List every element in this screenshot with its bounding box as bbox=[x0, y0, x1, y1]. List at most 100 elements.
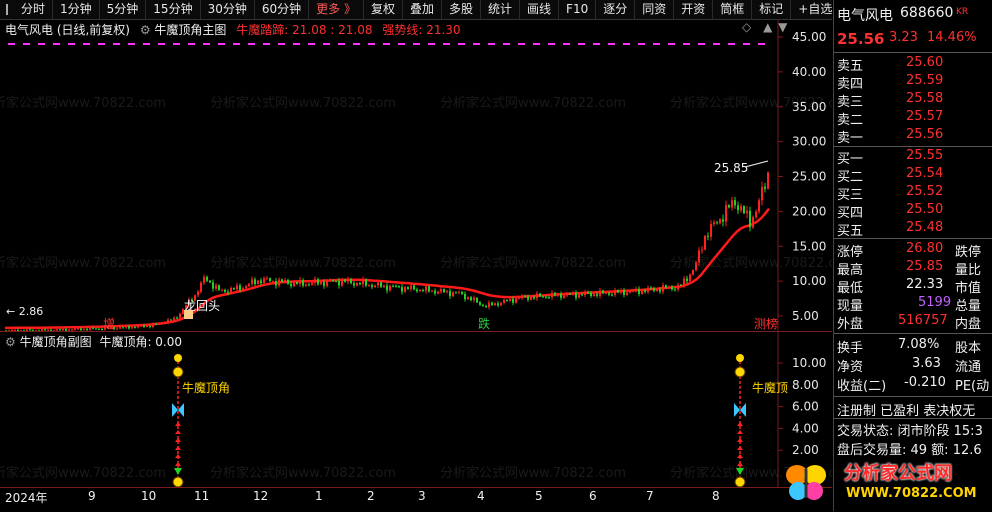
candle-body bbox=[128, 326, 130, 329]
candle-body bbox=[725, 205, 727, 222]
magenta-dash bbox=[23, 43, 30, 45]
toolbar-btn-more[interactable]: 更多 》 bbox=[309, 0, 364, 19]
magenta-dash bbox=[383, 43, 390, 45]
signal-green-arrow-icon bbox=[174, 468, 182, 475]
candle-body bbox=[248, 283, 250, 287]
candle-body bbox=[752, 217, 754, 228]
candle-body bbox=[677, 284, 679, 290]
sub-indicator-chart[interactable]: 10.008.006.004.002.00 牛魔顶角 牛魔顶 bbox=[0, 332, 832, 488]
toolbar-btn-5min[interactable]: 5分钟 bbox=[100, 0, 147, 19]
candle-body bbox=[767, 172, 769, 189]
candle-body bbox=[638, 288, 640, 294]
candle-body bbox=[704, 235, 706, 250]
candle-body bbox=[488, 302, 490, 307]
candle-body bbox=[641, 290, 643, 294]
candle-body bbox=[155, 323, 157, 325]
toolbar-btn-1min[interactable]: 1分钟 bbox=[53, 0, 100, 19]
logo-url: WWW.70822.COM bbox=[846, 486, 977, 501]
candle-body bbox=[143, 325, 145, 327]
magenta-dash bbox=[578, 43, 585, 45]
signal-zeng: 增 bbox=[103, 317, 115, 331]
magenta-dash bbox=[743, 43, 750, 45]
candle-body bbox=[530, 297, 532, 300]
candle-body bbox=[536, 293, 538, 299]
toolbar-btn-zhufen[interactable]: 逐分 bbox=[596, 0, 636, 19]
bid-level-5: 买五 25.48 bbox=[837, 220, 944, 239]
candle-body bbox=[761, 186, 763, 201]
main-y-tick-label: 5.00 bbox=[792, 309, 819, 323]
candle-body bbox=[221, 289, 223, 291]
candle-body bbox=[137, 325, 139, 328]
candle-body bbox=[713, 222, 715, 224]
candle-body bbox=[446, 291, 448, 293]
toolbar-btn-30min[interactable]: 30分钟 bbox=[201, 0, 255, 19]
magenta-dash bbox=[218, 43, 225, 45]
candle-body bbox=[407, 287, 409, 290]
quote-tag: KR bbox=[956, 7, 969, 17]
candle-body bbox=[179, 313, 181, 318]
toolbar-btn-multi[interactable]: 多股 bbox=[442, 0, 482, 19]
ask-level-5: 卖五 25.60 bbox=[837, 55, 944, 74]
magenta-signal-dashes bbox=[8, 43, 765, 45]
candle-body bbox=[413, 285, 415, 290]
magenta-dash bbox=[293, 43, 300, 45]
toolbar-btn-overlay[interactable]: 叠加 bbox=[403, 0, 442, 19]
ask-level-1: 卖一 25.56 bbox=[837, 127, 944, 146]
candle-body bbox=[491, 302, 493, 306]
butterfly-logo-icon bbox=[786, 465, 826, 500]
candle-body bbox=[44, 329, 46, 331]
candle-body bbox=[392, 285, 394, 287]
toolbar-btn-tongzi[interactable]: 同资 bbox=[635, 0, 675, 19]
toolbar-btn-f10[interactable]: F10 bbox=[559, 0, 597, 19]
candle-body bbox=[92, 327, 94, 329]
toolbar-btn-15min[interactable]: 15分钟 bbox=[146, 0, 201, 19]
toolbar-btn-kaizi[interactable]: 开资 bbox=[674, 0, 714, 19]
candle-body bbox=[332, 279, 334, 282]
quote-stock-code: 688660 bbox=[900, 5, 954, 21]
candle-body bbox=[140, 325, 142, 327]
candle-body bbox=[755, 211, 757, 218]
toolbar-btn-draw[interactable]: 画线 bbox=[520, 0, 560, 19]
candle-body bbox=[83, 329, 85, 331]
magenta-dash bbox=[83, 43, 90, 45]
toolbar-btn-kuang[interactable]: 筒框 bbox=[713, 0, 753, 19]
x-label: 5 bbox=[535, 489, 543, 503]
toolbar-btn-stats[interactable]: 统计 bbox=[481, 0, 521, 19]
toolbar-checkbox[interactable] bbox=[6, 4, 8, 15]
stat-current-volume: 现量 5199 总量 bbox=[837, 295, 982, 314]
candle-body bbox=[359, 282, 361, 285]
candle-body bbox=[743, 206, 745, 214]
candle-body bbox=[452, 292, 454, 297]
candle-body bbox=[623, 290, 625, 295]
candle-body bbox=[557, 293, 559, 296]
toolbar-btn-fenshi[interactable]: 分时 bbox=[14, 0, 54, 19]
toolbar-btn-fuquan[interactable]: 复权 bbox=[364, 0, 403, 19]
candle-body bbox=[497, 303, 499, 306]
magenta-dash bbox=[758, 43, 765, 45]
candle-body bbox=[74, 328, 76, 330]
candle-body bbox=[299, 280, 301, 284]
candle-body bbox=[386, 285, 388, 291]
bid-level-1: 买一 25.55 bbox=[837, 148, 944, 167]
candle-body bbox=[620, 290, 622, 293]
candle-body bbox=[308, 284, 310, 286]
toolbar-btn-mark[interactable]: 标记 bbox=[752, 0, 792, 19]
sub-y-axis: 10.008.006.004.002.00 bbox=[778, 356, 826, 457]
candle-body bbox=[263, 278, 265, 283]
candle-body bbox=[197, 291, 199, 296]
signal-arrow-icon bbox=[737, 462, 743, 466]
candle-body bbox=[515, 298, 517, 303]
candle-body bbox=[209, 280, 211, 283]
signal-arrow-icon bbox=[175, 438, 181, 442]
candle-body bbox=[281, 279, 283, 282]
toolbar-btn-60min[interactable]: 60分钟 bbox=[255, 0, 310, 19]
candle-body bbox=[125, 326, 127, 328]
candle-body bbox=[464, 293, 466, 300]
candle-body bbox=[740, 206, 742, 211]
candle-body bbox=[665, 285, 667, 288]
site-logo: 分析家公式网 WWW.70822.COM bbox=[782, 456, 992, 511]
main-kline-chart[interactable]: 45.00 40.00 35.00 30.00 25.00 20.00 15.00 10.00… bbox=[0, 20, 832, 332]
signal-arrow-icon bbox=[737, 446, 743, 450]
magenta-dash bbox=[203, 43, 210, 45]
candle-body bbox=[305, 284, 307, 286]
